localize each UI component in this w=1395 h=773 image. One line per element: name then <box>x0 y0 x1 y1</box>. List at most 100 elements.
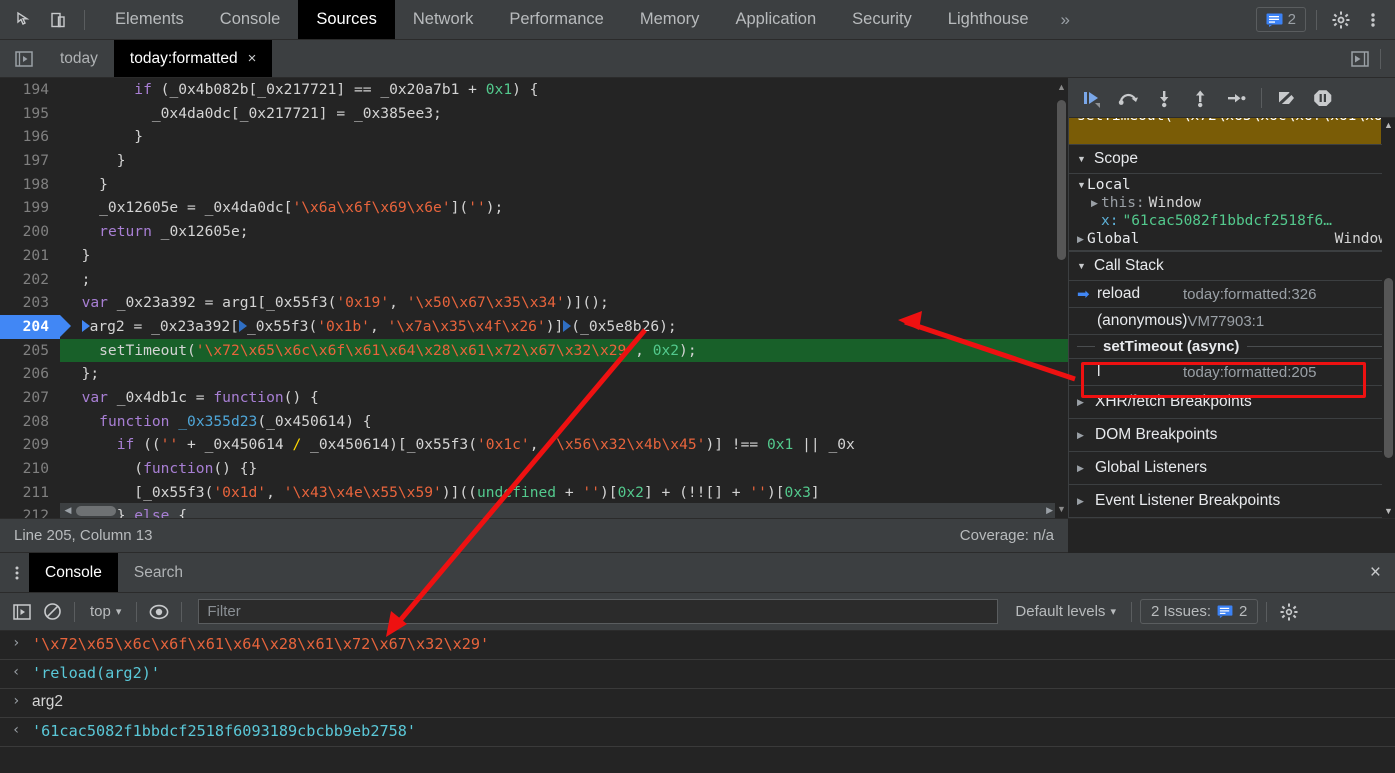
section-scope[interactable]: ▼ Scope <box>1069 144 1395 174</box>
tab-sources[interactable]: Sources <box>298 0 395 39</box>
code-line-210[interactable]: 210 (function() {} <box>0 457 1068 481</box>
scope-group-global[interactable]: ▶ Global Window <box>1069 230 1395 248</box>
line-number-201[interactable]: 201 <box>0 244 60 268</box>
line-number-197[interactable]: 197 <box>0 149 60 173</box>
console-log-levels-selector[interactable]: Default levels ▾ <box>1008 600 1123 623</box>
code-line-211[interactable]: 211 [_0x55f3('0x1d', '\x43\x4e\x55\x59')… <box>0 481 1068 505</box>
section-call-stack[interactable]: ▼ Call Stack <box>1069 251 1395 281</box>
section-dom-breakpoints[interactable]: ▶ DOM Breakpoints <box>1069 419 1395 452</box>
tab-lighthouse[interactable]: Lighthouse <box>930 0 1047 39</box>
code-line-202[interactable]: 202 ; <box>0 268 1068 292</box>
line-number-211[interactable]: 211 <box>0 481 60 505</box>
line-number-210[interactable]: 210 <box>0 457 60 481</box>
line-number-202[interactable]: 202 <box>0 268 60 292</box>
step-into-button[interactable] <box>1147 83 1181 113</box>
console-message-0[interactable]: ›'\x72\x65\x6c\x6f\x61\x64\x28\x61\x72\x… <box>0 631 1395 660</box>
call-stack-frame-anonymous[interactable]: (anonymous) VM77903:1 <box>1069 308 1395 335</box>
console-issues-badge[interactable]: 2 Issues: 2 <box>1140 599 1258 624</box>
line-number-206[interactable]: 206 <box>0 362 60 386</box>
line-number-200[interactable]: 200 <box>0 220 60 244</box>
line-number-204[interactable]: 204 <box>0 315 60 339</box>
tab-security[interactable]: Security <box>834 0 930 39</box>
issues-badge[interactable]: 2 <box>1256 7 1306 32</box>
scroll-down-icon[interactable]: ▼ <box>1382 506 1395 516</box>
code-line-198[interactable]: 198 } <box>0 173 1068 197</box>
code-line-209[interactable]: 209 if (('' + _0x450614 / _0x450614)[_0x… <box>0 433 1068 457</box>
console-message-2[interactable]: ›arg2 <box>0 689 1395 718</box>
scope-group-local[interactable]: ▼ Local <box>1069 176 1395 194</box>
code-line-199[interactable]: 199 _0x12605e = _0x4da0dc['\x6a\x6f\x69\… <box>0 196 1068 220</box>
gear-icon[interactable] <box>1327 6 1355 34</box>
scope-prop-x[interactable]: x: "61cac5082f1bbdcf2518f6… <box>1069 212 1395 230</box>
tab-network[interactable]: Network <box>395 0 492 39</box>
drawer-tab-console[interactable]: Console <box>29 553 118 592</box>
call-stack-frame-l[interactable]: l today:formatted:205 <box>1069 359 1395 386</box>
line-number-209[interactable]: 209 <box>0 433 60 457</box>
tab-performance[interactable]: Performance <box>491 0 621 39</box>
device-toolbar-icon[interactable] <box>44 6 72 34</box>
line-number-212[interactable]: 212 <box>0 504 60 518</box>
code-line-212[interactable]: 212 } else { <box>0 504 1068 518</box>
console-sidebar-icon[interactable] <box>8 598 36 626</box>
resume-script-execution-button[interactable] <box>1075 83 1109 113</box>
inline-breakpoint-marker-icon[interactable] <box>239 320 247 332</box>
code-editor[interactable]: 194 if (_0x4b082b[_0x217721] == _0x20a7b… <box>0 78 1068 518</box>
code-line-196[interactable]: 196 } <box>0 125 1068 149</box>
code-line-208[interactable]: 208 function _0x355d23(_0x450614) { <box>0 410 1068 434</box>
code-line-195[interactable]: 195 _0x4da0dc[_0x217721] = _0x385ee3; <box>0 102 1068 126</box>
line-number-195[interactable]: 195 <box>0 102 60 126</box>
code-line-203[interactable]: 203 var _0x23a392 = arg1[_0x55f3('0x19',… <box>0 291 1068 315</box>
line-number-196[interactable]: 196 <box>0 125 60 149</box>
section-xhr-fetch-breakpoints[interactable]: ▶ XHR/fetch Breakpoints <box>1069 386 1395 419</box>
code-line-197[interactable]: 197 } <box>0 149 1068 173</box>
console-message-3[interactable]: ‹'61cac5082f1bbdcf2518f6093189cbcbb9eb27… <box>0 718 1395 747</box>
deactivate-breakpoints-button[interactable] <box>1270 83 1304 113</box>
sidebar-vscroll-thumb[interactable] <box>1384 278 1393 458</box>
code-line-205[interactable]: 205 setTimeout('\x72\x65\x6c\x6f\x61\x64… <box>0 339 1068 363</box>
inspect-element-icon[interactable] <box>10 6 38 34</box>
inline-breakpoint-marker-icon[interactable] <box>82 320 90 332</box>
scroll-up-icon[interactable]: ▲ <box>1382 120 1395 130</box>
gear-icon[interactable] <box>1275 598 1303 626</box>
code-line-194[interactable]: 194 if (_0x4b082b[_0x217721] == _0x20a7b… <box>0 78 1068 102</box>
live-expression-icon[interactable] <box>145 598 173 626</box>
line-number-194[interactable]: 194 <box>0 78 60 102</box>
call-stack-frame-reload[interactable]: ➡ reload today:formatted:326 <box>1069 281 1395 308</box>
tab-elements[interactable]: Elements <box>97 0 202 39</box>
line-number-199[interactable]: 199 <box>0 196 60 220</box>
pause-on-exceptions-button[interactable] <box>1306 83 1340 113</box>
section-event-listener-breakpoints[interactable]: ▶ Event Listener Breakpoints <box>1069 485 1395 518</box>
drawer-tab-search[interactable]: Search <box>118 553 199 592</box>
kebab-menu-icon[interactable] <box>1359 6 1387 34</box>
step-out-button[interactable] <box>1183 83 1217 113</box>
console-message-1[interactable]: ‹'reload(arg2)' <box>0 660 1395 689</box>
code-line-201[interactable]: 201 } <box>0 244 1068 268</box>
scope-prop-this[interactable]: ▶ this: Window <box>1069 194 1395 212</box>
code-line-200[interactable]: 200 return _0x12605e; <box>0 220 1068 244</box>
section-global-listeners[interactable]: ▶ Global Listeners <box>1069 452 1395 485</box>
line-number-203[interactable]: 203 <box>0 291 60 315</box>
tab-application[interactable]: Application <box>717 0 834 39</box>
file-tab-today[interactable]: today <box>44 40 114 77</box>
console-context-selector[interactable]: top ▾ <box>83 600 128 623</box>
tab-memory[interactable]: Memory <box>622 0 718 39</box>
line-number-207[interactable]: 207 <box>0 386 60 410</box>
file-tab-today-formatted[interactable]: today:formatted × <box>114 40 272 77</box>
code-line-204[interactable]: 204 arg2 = _0x23a392[_0x55f3('0x1b', '\x… <box>0 315 1068 339</box>
code-line-207[interactable]: 207 var _0x4db1c = function() { <box>0 386 1068 410</box>
code-line-206[interactable]: 206 }; <box>0 362 1068 386</box>
show-debugger-icon[interactable] <box>1346 45 1374 73</box>
tab-console[interactable]: Console <box>202 0 299 39</box>
console-filter-input[interactable] <box>198 599 998 624</box>
line-number-208[interactable]: 208 <box>0 410 60 434</box>
sidebar-vertical-scrollbar[interactable]: ▲ ▼ <box>1382 118 1395 518</box>
kebab-menu-icon[interactable] <box>0 553 29 592</box>
line-number-205[interactable]: 205 <box>0 339 60 363</box>
show-navigator-icon[interactable] <box>0 40 44 77</box>
step-over-button[interactable] <box>1111 83 1145 113</box>
close-drawer-icon[interactable]: × <box>1356 553 1395 592</box>
clear-console-icon[interactable] <box>38 598 66 626</box>
close-icon[interactable]: × <box>248 50 257 67</box>
line-number-198[interactable]: 198 <box>0 173 60 197</box>
step-button[interactable] <box>1219 83 1253 113</box>
